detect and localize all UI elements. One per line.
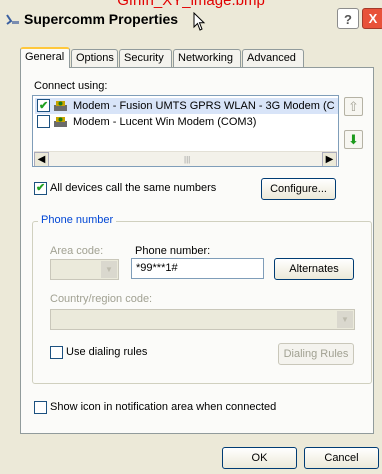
ok-button[interactable]: OK — [222, 447, 297, 469]
modem-icon — [54, 117, 67, 127]
window-title: Supercomm Properties — [24, 11, 179, 27]
scroll-right-button[interactable]: ▶ — [322, 152, 337, 166]
phone-group-title: Phone number — [38, 214, 117, 226]
tab-general[interactable]: General — [20, 47, 70, 68]
phone-number-field[interactable]: *99***1# — [131, 258, 264, 279]
alternates-button[interactable]: Alternates — [274, 258, 354, 280]
list-item[interactable]: Modem - Lucent Win Modem (COM3) — [35, 114, 338, 130]
scroll-thumb-grip-icon: ||| — [184, 155, 191, 164]
help-button[interactable]: ? — [337, 8, 359, 29]
dialup-connection-icon — [6, 14, 19, 25]
device-checkbox[interactable]: ✔ — [37, 99, 50, 112]
arrow-up-icon: ⇧ — [348, 99, 359, 114]
modem-icon — [54, 101, 67, 111]
list-item[interactable]: ✔ Modem - Fusion UMTS GPRS WLAN - 3G Mod… — [35, 98, 338, 114]
chevron-down-icon: ▼ — [337, 311, 353, 328]
device-label: Modem - Lucent Win Modem (COM3) — [73, 116, 257, 128]
title-bar[interactable]: Supercomm Properties ? X — [0, 8, 382, 34]
area-code-combo: ▼ — [50, 259, 119, 280]
notify-icon-label: Show icon in notification area when conn… — [50, 401, 277, 413]
configure-button[interactable]: Configure... — [261, 178, 336, 200]
mouse-cursor-icon — [193, 12, 206, 31]
tab-advanced[interactable]: Advanced — [242, 49, 304, 67]
scroll-left-button[interactable]: ◀ — [34, 152, 49, 166]
country-region-label: Country/region code: — [50, 293, 153, 305]
connect-using-label: Connect using: — [34, 80, 108, 92]
cancel-button[interactable]: Cancel — [304, 447, 379, 469]
close-button[interactable]: X — [362, 8, 382, 29]
chevron-down-icon: ▼ — [101, 261, 117, 278]
tab-security[interactable]: Security — [119, 49, 172, 67]
tab-options[interactable]: Options — [71, 49, 118, 67]
properties-window: Gfhfh_XY_image.bmp Supercomm Properties … — [0, 0, 382, 474]
device-list[interactable]: ✔ Modem - Fusion UMTS GPRS WLAN - 3G Mod… — [32, 95, 339, 167]
dialing-rules-label: Use dialing rules — [66, 346, 148, 358]
dialing-rules-button: Dialing Rules — [278, 343, 354, 365]
move-down-button[interactable]: ⬇ — [344, 130, 363, 149]
phone-number-label: Phone number: — [135, 245, 211, 257]
move-up-button[interactable]: ⇧ — [344, 97, 363, 116]
same-numbers-label: All devices call the same numbers — [50, 182, 217, 194]
tab-networking[interactable]: Networking — [173, 49, 241, 67]
dialing-rules-checkbox[interactable] — [50, 346, 63, 359]
arrow-down-icon: ⬇ — [348, 132, 359, 147]
notify-icon-checkbox[interactable] — [34, 401, 47, 414]
same-numbers-checkbox[interactable]: ✔ — [34, 182, 47, 195]
country-region-combo: ▼ — [50, 309, 355, 330]
device-checkbox[interactable] — [37, 115, 50, 128]
device-label: Modem - Fusion UMTS GPRS WLAN - 3G Modem… — [73, 100, 335, 112]
area-code-label: Area code: — [50, 245, 104, 257]
horizontal-scrollbar[interactable]: ◀ ||| ▶ — [34, 151, 337, 166]
overlay-caption: Gfhfh_XY_image.bmp — [117, 0, 265, 9]
